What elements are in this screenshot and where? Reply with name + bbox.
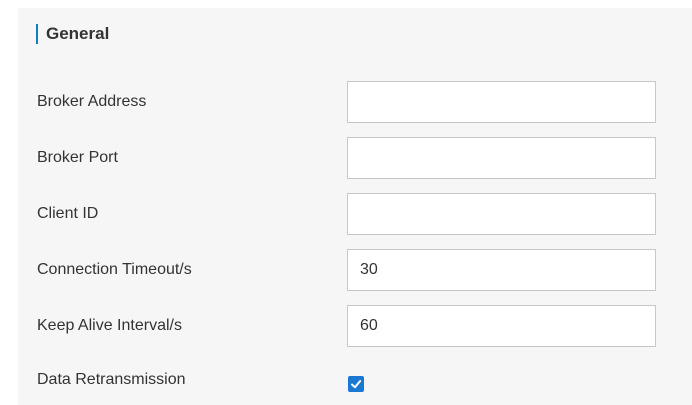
broker-port-input[interactable] xyxy=(347,137,656,179)
client-id-row: Client ID xyxy=(18,193,692,235)
checkmark-icon xyxy=(351,380,362,389)
data-retransmission-checkbox[interactable] xyxy=(348,376,364,392)
section-title: General xyxy=(46,24,110,43)
broker-port-label: Broker Port xyxy=(37,149,118,166)
data-retransmission-row: Data Retransmission xyxy=(18,359,692,401)
section-accent-bar xyxy=(36,24,38,44)
broker-address-label: Broker Address xyxy=(37,93,147,110)
connection-timeout-row: Connection Timeout/s xyxy=(18,249,692,291)
data-retransmission-label: Data Retransmission xyxy=(37,371,186,388)
broker-port-row: Broker Port xyxy=(18,137,692,179)
keep-alive-interval-input[interactable] xyxy=(347,305,656,347)
keep-alive-interval-label: Keep Alive Interval/s xyxy=(37,317,182,334)
connection-timeout-label: Connection Timeout/s xyxy=(37,261,192,278)
general-settings-panel: General Broker Address Broker Port Clien… xyxy=(18,8,692,405)
broker-address-row: Broker Address xyxy=(18,81,692,123)
connection-timeout-input[interactable] xyxy=(347,249,656,291)
section-header: General xyxy=(36,23,109,45)
broker-address-input[interactable] xyxy=(347,81,656,123)
keep-alive-interval-row: Keep Alive Interval/s xyxy=(18,305,692,347)
client-id-input[interactable] xyxy=(347,193,656,235)
client-id-label: Client ID xyxy=(37,205,99,222)
